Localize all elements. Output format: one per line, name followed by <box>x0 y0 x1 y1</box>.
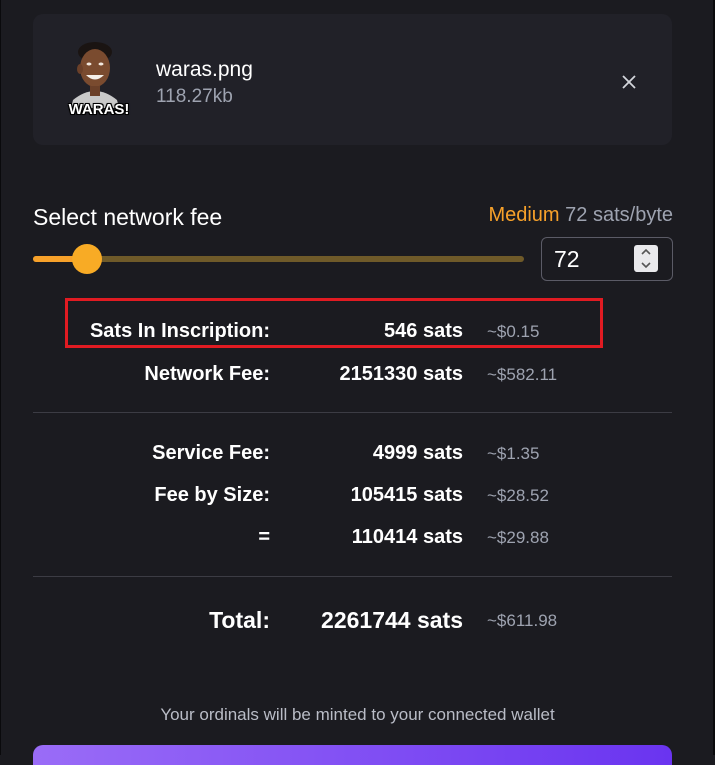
network-fee-value: 2151330 sats <box>339 363 463 385</box>
divider <box>33 576 672 577</box>
fee-rate-input-box <box>541 237 673 281</box>
fee-by-size-value: 105415 sats <box>350 484 463 506</box>
file-thumbnail: WARAS! <box>63 38 135 120</box>
increment-button[interactable] <box>634 245 658 258</box>
chevron-up-icon <box>641 248 651 255</box>
fee-by-size-label: Fee by Size: <box>154 484 270 506</box>
network-fee-label: Network Fee: <box>144 363 270 385</box>
total-label: Total: <box>209 607 270 633</box>
sats-in-inscription-value: 546 sats <box>384 320 463 342</box>
remove-file-button[interactable] <box>617 70 641 94</box>
total-usd: ~$611.98 <box>487 611 558 630</box>
total-value: 2261744 sats <box>321 607 463 633</box>
subtotal-value: 110414 sats <box>351 526 463 548</box>
thumbnail-caption: WARAS! <box>68 101 130 118</box>
fee-stepper <box>634 245 658 272</box>
divider <box>33 412 672 413</box>
file-card: WARAS! waras.png 118.27kb <box>33 14 672 145</box>
fee-rate-label: 72 sats/byte <box>565 204 673 226</box>
decrement-button[interactable] <box>634 259 658 272</box>
file-size: 118.27kb <box>156 86 233 107</box>
sats-in-inscription-usd: ~$0.15 <box>487 322 540 341</box>
window-edge-left <box>0 0 1 755</box>
file-name: waras.png <box>156 58 253 81</box>
fee-summary: Medium 72 sats/byte <box>488 204 673 227</box>
mint-destination-note: Your ordinals will be minted to your con… <box>160 705 555 724</box>
network-fee-usd: ~$582.11 <box>487 365 558 384</box>
close-icon <box>622 75 636 89</box>
subtotal-label: = <box>258 526 270 548</box>
chevron-down-icon <box>641 262 651 269</box>
fee-level-label: Medium <box>488 204 560 226</box>
service-fee-value: 4999 sats <box>372 442 463 464</box>
fee-rate-input[interactable] <box>554 244 634 274</box>
network-fee-title: Select network fee <box>33 204 223 230</box>
sats-in-inscription-label: Sats In Inscription: <box>89 320 270 342</box>
submit-button[interactable] <box>33 745 672 765</box>
fee-by-size-usd: ~$28.52 <box>487 486 549 505</box>
service-fee-label: Service Fee: <box>152 442 270 464</box>
service-fee-usd: ~$1.35 <box>487 444 540 463</box>
slider-thumb[interactable] <box>72 244 102 274</box>
subtotal-usd: ~$29.88 <box>487 528 549 547</box>
network-fee-slider[interactable] <box>33 244 524 274</box>
